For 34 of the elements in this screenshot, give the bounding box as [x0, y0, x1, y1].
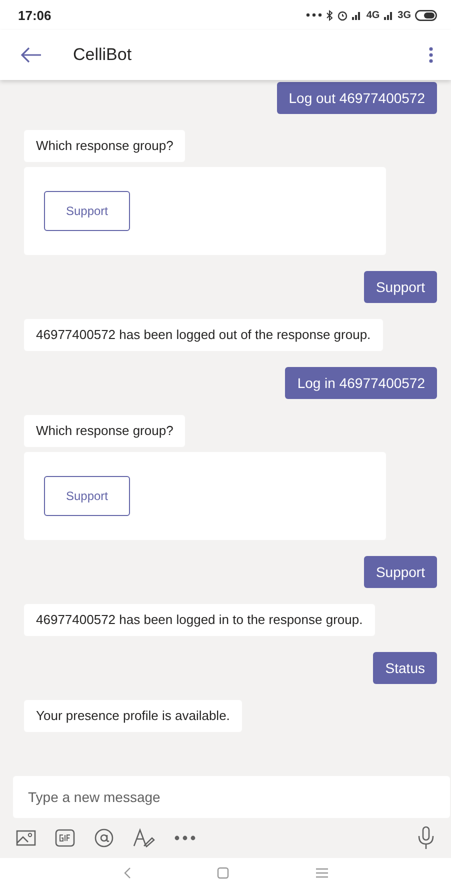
sent-message: Support — [364, 271, 437, 303]
signal-icon — [384, 10, 394, 20]
back-nav-icon[interactable] — [123, 867, 132, 879]
mention-icon[interactable] — [94, 828, 114, 848]
alarm-icon — [337, 10, 348, 20]
home-nav-icon[interactable] — [217, 867, 230, 879]
chat-title: CelliBot — [73, 45, 133, 65]
network-label: 4G — [366, 10, 380, 20]
more-options-icon[interactable] — [429, 47, 433, 63]
more-dots-icon — [306, 13, 322, 17]
received-message: Which response group? — [24, 130, 186, 162]
network-label: 3G — [398, 10, 411, 20]
received-message: Which response group? — [24, 415, 186, 447]
received-message: 46977400572 has been logged in to the response group. — [24, 604, 375, 636]
format-pen-icon[interactable] — [133, 828, 155, 848]
microphone-icon[interactable] — [417, 826, 435, 850]
card-action-button[interactable]: Support — [44, 476, 130, 516]
received-message: 46977400572 has been logged out of the response group. — [24, 319, 383, 351]
back-arrow-icon[interactable] — [20, 47, 42, 63]
more-dots-icon[interactable] — [174, 835, 196, 841]
sent-message: Log in 46977400572 — [285, 367, 437, 399]
menu-icon[interactable] — [316, 868, 328, 878]
message-input-field[interactable]: Type a new message — [13, 776, 450, 818]
sent-message: Support — [364, 556, 437, 588]
status-time: 17:06 — [18, 8, 52, 22]
card-action-button[interactable]: Support — [44, 191, 130, 231]
battery-icon — [415, 10, 437, 20]
sent-message: Status — [373, 652, 437, 684]
bluetooth-icon — [326, 10, 334, 20]
received-message: Your presence profile is available. — [24, 700, 242, 732]
gif-icon[interactable] — [55, 829, 75, 847]
sent-message: Log out 46977400572 — [276, 82, 437, 114]
image-icon[interactable] — [16, 830, 36, 846]
signal-icon — [352, 10, 362, 20]
